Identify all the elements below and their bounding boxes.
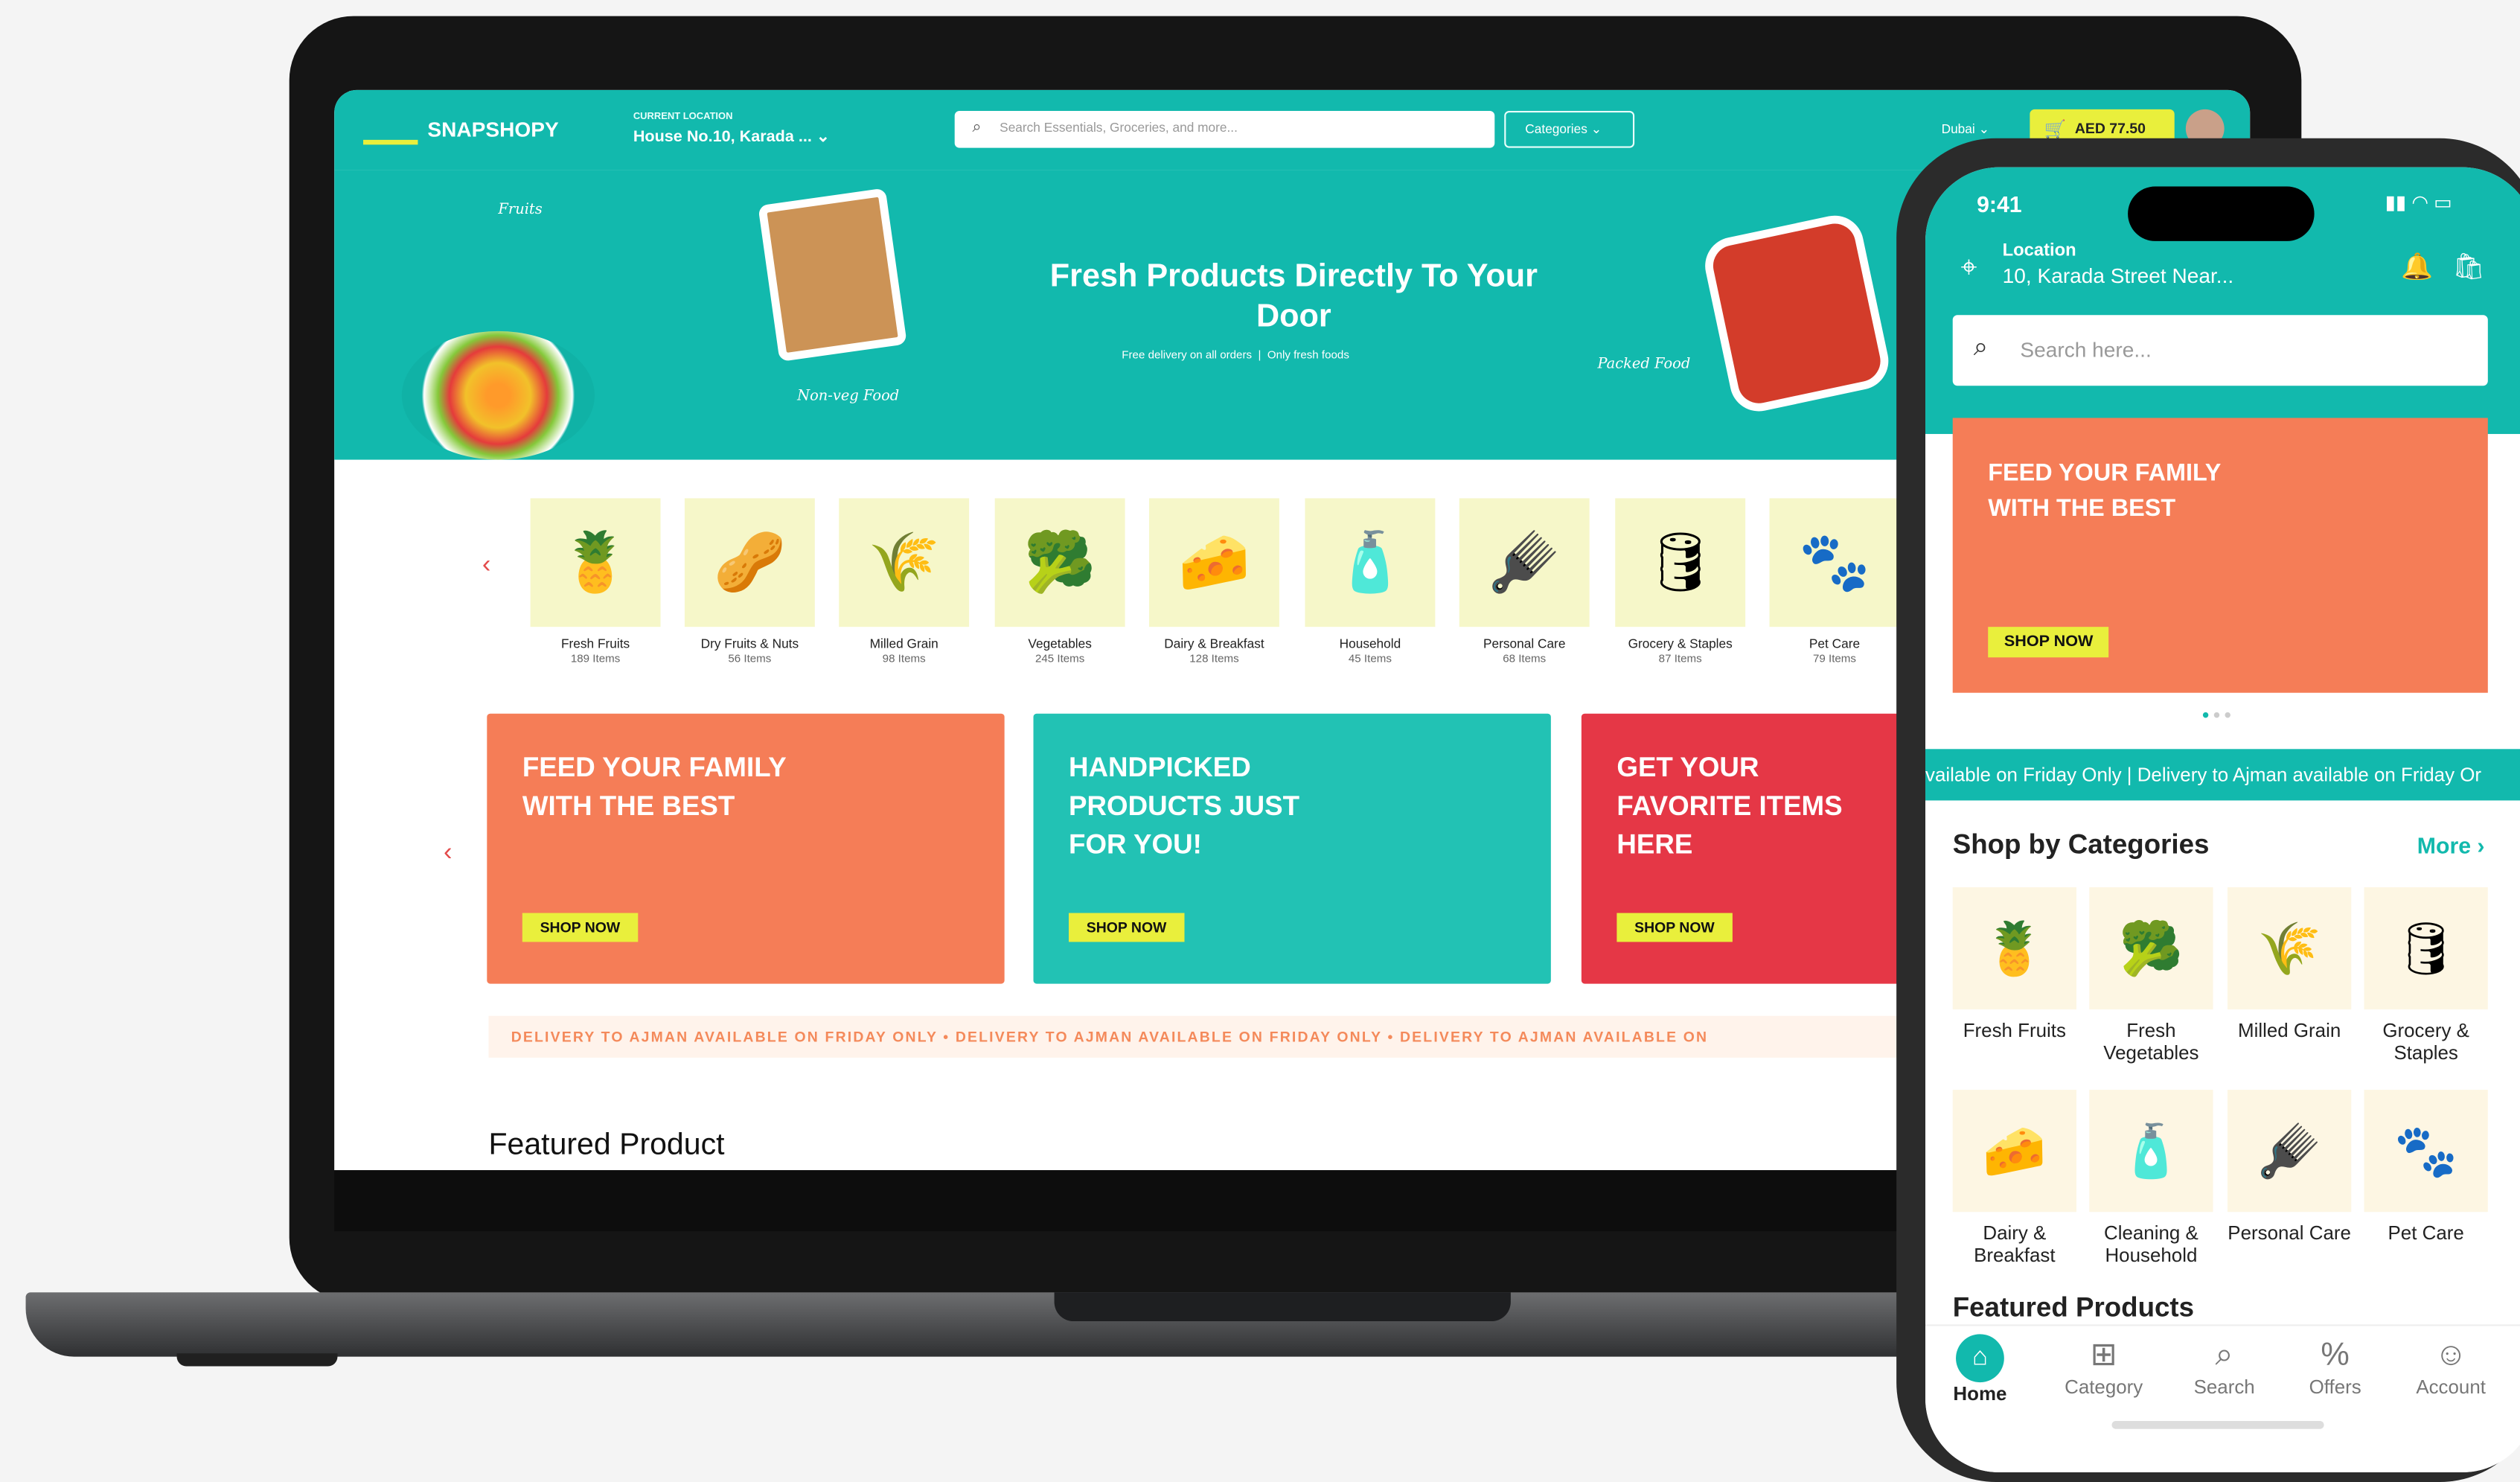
search-icon: ⌕	[972, 118, 982, 137]
grid-icon: ⊞	[2090, 1337, 2117, 1373]
nav-home[interactable]: ⌂ Home	[1928, 1334, 2031, 1405]
featured-title: Featured Product	[488, 1128, 725, 1163]
categories-dropdown[interactable]: Categories ⌄	[1504, 111, 1635, 148]
hero-badges: Free delivery on all orders | Only fresh…	[1122, 350, 1349, 362]
laptop-foot	[176, 1353, 338, 1367]
pet-care-icon: 🐾	[2364, 1090, 2488, 1213]
laptop-notch	[1054, 1292, 1511, 1322]
location-label: Location	[2002, 240, 2076, 261]
household-icon: 🧴	[1305, 498, 1436, 627]
hero-tag-nonveg: Non-veg Food	[797, 389, 900, 406]
grain-icon: 🌾	[2227, 887, 2352, 1010]
category-item[interactable]: 🧀 Dairy & Breakfast 128 Items	[1148, 498, 1279, 665]
promo-banner[interactable]: FEED YOUR FAMILY WITH THE BEST SHOP NOW	[1952, 418, 2488, 693]
account-icon: ☺	[2434, 1337, 2468, 1373]
cart-icon: 🛒	[2044, 120, 2067, 140]
category-item[interactable]: 🐾 Pet Care 79 Items	[1769, 498, 1900, 665]
search-icon: ⌕	[1973, 334, 1989, 362]
home-icon: ⌂	[1956, 1334, 2004, 1383]
category-item[interactable]: 🥦 Fresh Vegetables	[2089, 887, 2213, 1064]
status-time: 9:41	[1977, 191, 2022, 217]
offers-icon: %	[2321, 1337, 2350, 1373]
home-indicator	[2111, 1420, 2324, 1429]
category-item[interactable]: 🥦 Vegetables 245 Items	[994, 498, 1125, 665]
bell-icon[interactable]: 🔔	[2401, 251, 2433, 283]
nuts-icon: 🥜	[684, 498, 815, 627]
category-item[interactable]: 🛢 Grocery & Staples 87 Items	[1615, 498, 1746, 665]
category-item[interactable]: 🛢 Grocery & Staples	[2364, 887, 2488, 1064]
category-item[interactable]: 🪮 Personal Care	[2227, 1090, 2352, 1244]
fruit-platter-image	[401, 330, 595, 460]
category-prev-arrow[interactable]: ‹	[482, 552, 491, 581]
fruits-icon: 🍍	[1952, 887, 2076, 1010]
hero-tag-fruits: Fruits	[498, 202, 543, 219]
cart-logo-icon	[363, 112, 418, 145]
nav-search[interactable]: ⌕ Search	[2173, 1334, 2276, 1399]
category-item[interactable]: 🥜 Dry Fruits & Nuts 56 Items	[684, 498, 815, 665]
category-item[interactable]: 🍍 Fresh Fruits	[1952, 887, 2076, 1041]
dairy-icon: 🧀	[1148, 498, 1279, 627]
grocery-icon: 🛢	[2364, 887, 2488, 1010]
location-pin-icon: ⌖	[1960, 250, 1977, 284]
personal-care-icon: 🪮	[1459, 498, 1590, 627]
banner-prev-arrow[interactable]: ‹	[444, 839, 452, 868]
nav-category[interactable]: ⊞ Category	[2053, 1334, 2155, 1399]
category-item[interactable]: 🍍 Fresh Fruits 189 Items	[530, 498, 661, 665]
phone-screen: 9:41 ▮▮ ◠ ▭ ⌖ Location 10, Karada Street…	[1925, 167, 2520, 1473]
category-item[interactable]: 🧀 Dairy & Breakfast	[1952, 1090, 2076, 1267]
location-selector[interactable]: 10, Karada Street Near...	[2003, 263, 2234, 287]
featured-title: Featured Products	[1952, 1292, 2195, 1323]
category-item[interactable]: 🪮 Personal Care 68 Items	[1459, 498, 1590, 665]
grocery-icon: 🛢	[1615, 498, 1746, 627]
section-title: Shop by Categories	[1952, 829, 2210, 860]
logo[interactable]: SNAPSHOPY	[363, 112, 559, 145]
household-icon: 🧴	[2089, 1090, 2213, 1213]
pet-care-icon: 🐾	[1769, 498, 1900, 627]
promo-banner[interactable]: FEED YOUR FAMILY WITH THE BEST SHOP NOW	[487, 713, 1005, 984]
vegetables-icon: 🥦	[994, 498, 1125, 627]
shop-now-button[interactable]: SHOP NOW	[1988, 627, 2110, 658]
shop-now-button[interactable]: SHOP NOW	[1069, 913, 1185, 942]
cart-icon[interactable]: 🛍	[2452, 251, 2485, 283]
category-item[interactable]: 🌾 Milled Grain	[2227, 887, 2352, 1041]
carousel-dots[interactable]: ●●●	[2201, 707, 2234, 721]
location-label: CURRENT LOCATION	[633, 112, 733, 123]
shop-now-button[interactable]: SHOP NOW	[1616, 913, 1733, 942]
status-icons: ▮▮ ◠ ▭	[2385, 191, 2452, 214]
hero-title: Fresh Products Directly To Your Door	[1049, 258, 1538, 335]
dynamic-island	[2128, 186, 2315, 241]
category-item[interactable]: 🐾 Pet Care	[2364, 1090, 2488, 1244]
hero-tag-packed: Packed Food	[1597, 357, 1691, 373]
personal-care-icon: 🪮	[2227, 1090, 2352, 1213]
nuts-pouch-image	[758, 188, 907, 362]
category-item[interactable]: 🧴 Household 45 Items	[1305, 498, 1436, 665]
nav-account[interactable]: ☺ Account	[2399, 1334, 2502, 1399]
promo-banner[interactable]: HANDPICKED PRODUCTS JUST FOR YOU! SHOP NO…	[1033, 713, 1551, 984]
category-item[interactable]: 🌾 Milled Grain 98 Items	[839, 498, 970, 665]
dairy-icon: 🧀	[1952, 1090, 2076, 1213]
shop-now-button[interactable]: SHOP NOW	[522, 913, 638, 942]
chevron-down-icon: ⌄	[816, 128, 830, 147]
search-icon: ⌕	[2215, 1337, 2233, 1373]
location-selector[interactable]: House No.10, Karada ... ⌄	[633, 129, 830, 147]
grain-icon: 🌾	[839, 498, 970, 627]
search-input[interactable]: Search here...	[1952, 315, 2488, 386]
more-link[interactable]: More ›	[2417, 833, 2485, 859]
vegetables-icon: 🥦	[2089, 887, 2213, 1010]
delivery-ticker: vailable on Friday Only | Delivery to Aj…	[1925, 749, 2520, 801]
fruits-icon: 🍍	[530, 498, 661, 627]
nav-offers[interactable]: % Offers	[2284, 1334, 2387, 1399]
category-item[interactable]: 🧴 Cleaning & Household	[2089, 1090, 2213, 1267]
search-input[interactable]: Search Essentials, Groceries, and more..…	[954, 111, 1495, 148]
city-selector[interactable]: Dubai ⌄	[1942, 122, 1989, 136]
